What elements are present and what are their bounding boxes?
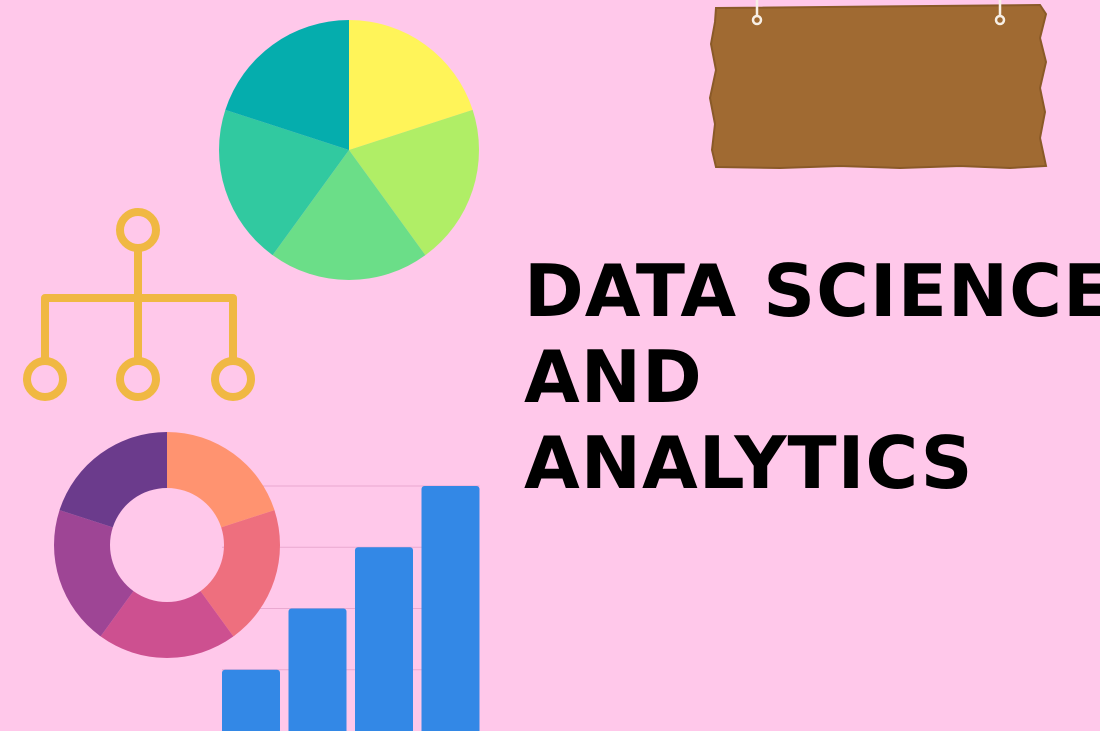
bar-4 bbox=[421, 486, 480, 731]
pie-chart bbox=[218, 20, 480, 280]
wooden-sign-icon bbox=[708, 0, 1048, 170]
headline-line-3: ANALYTICS bbox=[524, 421, 974, 505]
headline-line-2: AND bbox=[524, 335, 703, 419]
bar-1 bbox=[222, 669, 280, 731]
headline-line-1: DATA SCIENCE bbox=[524, 249, 1100, 333]
headline: DATA SCIENCE AND ANALYTICS bbox=[524, 248, 1100, 506]
bar-2 bbox=[288, 608, 347, 731]
sign-board bbox=[708, 3, 1048, 170]
bar-3 bbox=[355, 547, 413, 731]
poster-canvas: DATA SCIENCE AND ANALYTICS bbox=[0, 0, 1100, 731]
